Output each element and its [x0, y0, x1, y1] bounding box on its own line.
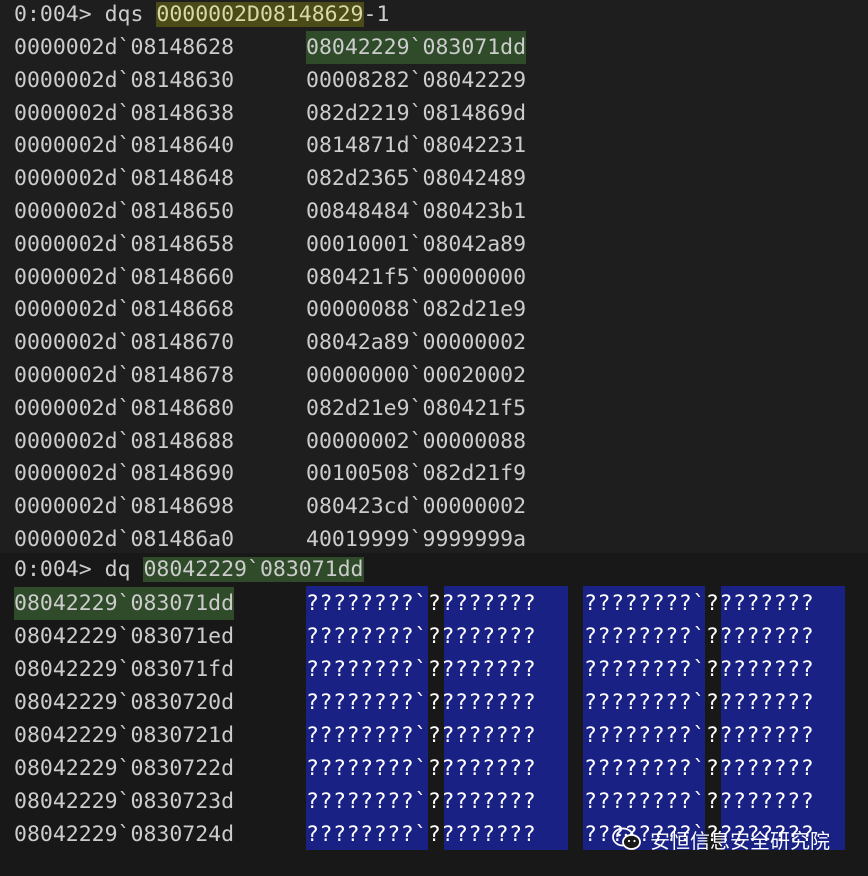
dqs-row-address: 0000002d`08148690 [14, 461, 235, 487]
dqs-row-address: 0000002d`08148670 [14, 330, 235, 356]
dqs-row-address: 0000002d`08148678 [14, 363, 235, 388]
dqs-row-value: 00000088`082d21e9 [306, 297, 527, 323]
dqs-output-block: 0:004> dqs 0000002D08148629-1 0000002d`0… [0, 0, 868, 553]
dqs-row-value: 082d2365`08042489 [306, 166, 527, 192]
dq-row-address: 08042229`083071fd [14, 657, 235, 682]
dqs-row-value: 40019999`9999999a [306, 527, 527, 552]
dqs-row-address: 0000002d`08148660 [14, 264, 235, 290]
dq-row-qword-2: ????????`???????? [584, 624, 815, 649]
dq-row-qword-1: ????????`???????? [306, 789, 537, 814]
dq-row-qword-2: ????????`???????? [584, 657, 815, 682]
watermark-text: 安恒信息安全研究院 [650, 828, 830, 853]
dqs-command-line: 0:004> dqs 0000002D08148629-1 [14, 0, 389, 31]
dqs-row-value: 080423cd`00000002 [306, 494, 527, 520]
dq-row-qword-2: ????????`???????? [584, 591, 815, 616]
command-prompt: 0:004> dq [14, 557, 144, 582]
dqs-row-value: 00010001`08042a89 [306, 231, 527, 257]
dqs-row-value: 00000000`00020002 [306, 363, 527, 388]
dq-row-address: 08042229`0830721d [14, 723, 235, 748]
dqs-row-address: 0000002d`08148640 [14, 133, 235, 159]
dq-row-qword-2: ????????`???????? [584, 723, 815, 748]
dq-command-line: 0:004> dq 08042229`083071dd [14, 553, 364, 586]
dqs-row-value: 00848484`080423b1 [306, 199, 527, 224]
dqs-row-value: 08042229`083071dd [306, 31, 527, 64]
dq-row-qword-1: ????????`???????? [306, 624, 537, 649]
dq-row-qword-2: ????????`???????? [584, 690, 815, 715]
dqs-row-address: 0000002d`08148630 [14, 67, 235, 93]
dq-row-qword-2: ????????`???????? [584, 789, 815, 814]
dq-row-address: 08042229`0830722d [14, 756, 235, 781]
dqs-row-value: 082d21e9`080421f5 [306, 395, 527, 421]
dqs-row-address: 0000002d`08148648 [14, 166, 235, 192]
dqs-row-address: 0000002d`08148698 [14, 494, 235, 520]
dqs-row-address: 0000002d`081486a0 [14, 527, 235, 552]
command-argument: 08042229`083071dd [143, 557, 364, 582]
dqs-row-address: 0000002d`08148680 [14, 395, 235, 421]
dq-row-qword-1: ????????`???????? [306, 690, 537, 715]
dqs-row-value: 0814871d`08042231 [306, 133, 527, 159]
dq-row-address: 08042229`0830724d [14, 822, 235, 847]
dqs-row-address: 0000002d`08148668 [14, 297, 235, 323]
dq-row-qword-1: ????????`???????? [306, 723, 537, 748]
command-prompt: 0:004> dqs [14, 2, 157, 27]
dq-row-qword-1: ????????`???????? [306, 756, 537, 781]
dq-row-address: 08042229`0830720d [14, 690, 235, 715]
dqs-row-value: 00000002`00000088 [306, 428, 527, 454]
dqs-row-address: 0000002d`08148688 [14, 428, 235, 454]
dqs-row-value: 00100508`082d21f9 [306, 461, 527, 487]
dqs-row-value: 080421f5`00000000 [306, 264, 527, 290]
dqs-row-value: 08042a89`00000002 [306, 330, 527, 356]
dqs-row-address: 0000002d`08148628 [14, 35, 235, 60]
dqs-row-value: 082d2219`0814869d [306, 100, 527, 126]
command-suffix: -1 [363, 2, 390, 27]
wechat-icon [612, 827, 641, 850]
dq-row-qword-1: ????????`???????? [306, 591, 537, 616]
dq-row-address: 08042229`083071ed [14, 624, 235, 649]
dq-row-qword-1: ????????`???????? [306, 657, 537, 682]
debugger-terminal: 0:004> dqs 0000002D08148629-1 0000002d`0… [0, 0, 868, 876]
dq-row-address: 08042229`0830723d [14, 789, 235, 814]
dq-row-address: 08042229`083071dd [14, 587, 235, 620]
dqs-row-address: 0000002d`08148650 [14, 199, 235, 224]
dqs-row-address: 0000002d`08148658 [14, 231, 235, 257]
dqs-row-address: 0000002d`08148638 [14, 100, 235, 126]
watermark: 安恒信息安全研究院 [612, 822, 830, 856]
command-argument: 0000002D08148629 [156, 2, 364, 27]
dq-row-qword-2: ????????`???????? [584, 756, 815, 781]
dq-row-qword-1: ????????`???????? [306, 822, 537, 847]
dqs-row-value: 00008282`08042229 [306, 67, 527, 93]
